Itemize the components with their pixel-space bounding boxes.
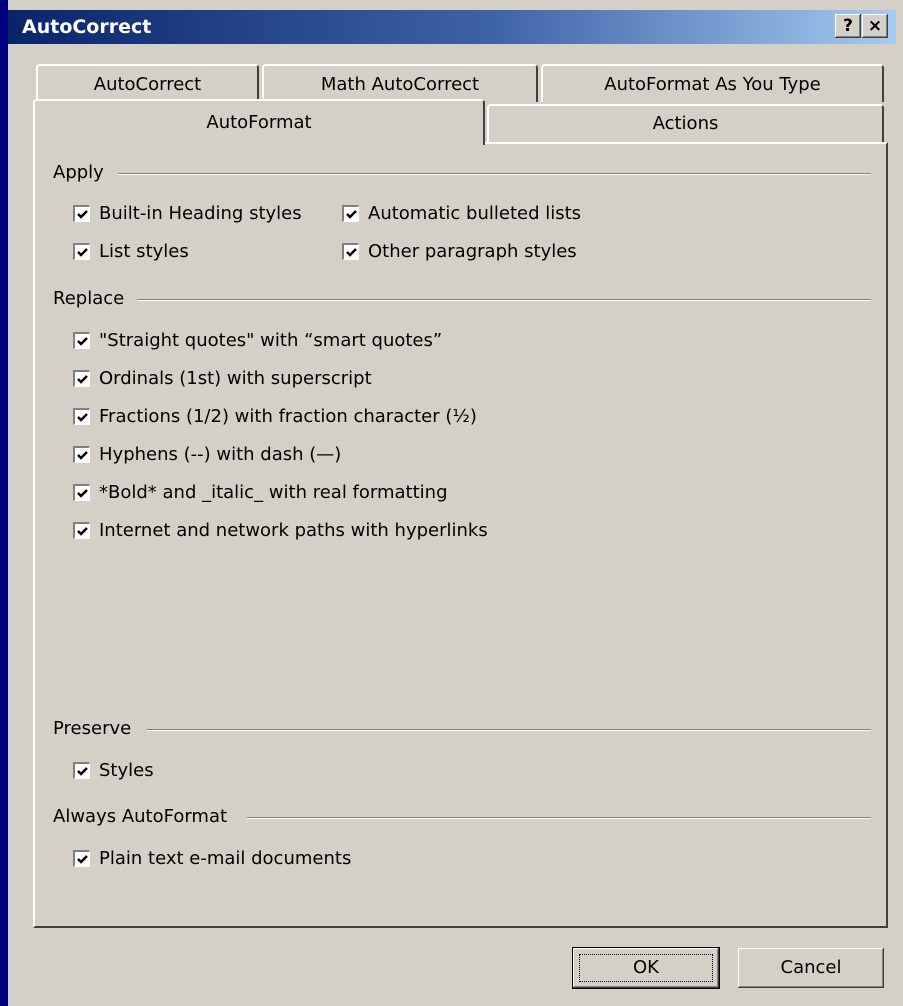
checkbox-builtin-heading-styles[interactable]: Built-in Heading styles [73, 203, 302, 224]
close-button[interactable]: × [862, 14, 888, 38]
apply-group-title: Apply [53, 162, 104, 183]
checkbox-label: Other paragraph styles [368, 241, 577, 262]
checkmark-icon [76, 854, 88, 864]
checkbox-hyphens[interactable]: Hyphens (--) with dash (—) [73, 444, 341, 465]
autoformat-panel: Apply Built-in Heading styles Automatic … [33, 142, 888, 928]
help-icon: ? [843, 16, 853, 36]
checkbox-box[interactable] [73, 446, 90, 463]
checkbox-label: Plain text e-mail documents [99, 848, 352, 869]
checkmark-icon [76, 766, 88, 776]
checkbox-box[interactable] [73, 370, 90, 387]
checkbox-label: "Straight quotes" with “smart quotes” [99, 330, 443, 351]
group-divider [147, 729, 871, 731]
checkbox-label: Fractions (1/2) with fraction character … [99, 406, 477, 427]
ok-button[interactable]: OK [573, 948, 719, 988]
tab-label: AutoCorrect [93, 74, 202, 95]
checkbox-styles[interactable]: Styles [73, 760, 154, 781]
group-divider [118, 173, 871, 175]
tab-label: AutoFormat [206, 112, 312, 133]
checkmark-icon [76, 247, 88, 257]
replace-group-title: Replace [53, 288, 125, 309]
checkbox-box[interactable] [73, 243, 90, 260]
checkbox-box[interactable] [73, 332, 90, 349]
tab-label: AutoFormat As You Type [604, 74, 821, 95]
group-divider [247, 817, 871, 819]
checkbox-automatic-bulleted-lists[interactable]: Automatic bulleted lists [342, 203, 581, 224]
title-bar[interactable]: AutoCorrect ? × [8, 10, 896, 44]
cancel-label: Cancel [780, 957, 842, 978]
window-title: AutoCorrect [22, 16, 152, 38]
checkbox-box[interactable] [342, 205, 359, 222]
checkbox-label: List styles [99, 241, 189, 262]
preserve-group-title: Preserve [53, 718, 132, 739]
checkbox-label: Built-in Heading styles [99, 203, 302, 224]
checkbox-label: Styles [99, 760, 154, 781]
checkbox-fractions[interactable]: Fractions (1/2) with fraction character … [73, 406, 477, 427]
checkmark-icon [76, 450, 88, 460]
group-divider [137, 299, 871, 301]
checkbox-smart-quotes[interactable]: "Straight quotes" with “smart quotes” [73, 330, 442, 351]
checkbox-box[interactable] [73, 205, 90, 222]
checkmark-icon [345, 209, 357, 219]
checkbox-label: Automatic bulleted lists [368, 203, 582, 224]
checkbox-box[interactable] [73, 408, 90, 425]
checkmark-icon [76, 412, 88, 422]
checkbox-label: Ordinals (1st) with superscript [99, 368, 372, 389]
tab-autoformat[interactable]: AutoFormat [33, 99, 485, 145]
checkmark-icon [76, 209, 88, 219]
cancel-button[interactable]: Cancel [738, 948, 884, 988]
tab-label: Math AutoCorrect [320, 74, 480, 95]
checkbox-label: *Bold* and _italic_ with real formatting [99, 482, 448, 503]
tab-autocorrect[interactable]: AutoCorrect [36, 64, 259, 102]
checkbox-list-styles[interactable]: List styles [73, 241, 189, 262]
checkmark-icon [76, 374, 88, 384]
always-autoformat-group-title: Always AutoFormat [53, 806, 228, 827]
checkbox-ordinals[interactable]: Ordinals (1st) with superscript [73, 368, 372, 389]
checkbox-hyperlinks[interactable]: Internet and network paths with hyperlin… [73, 520, 488, 541]
checkbox-label: Internet and network paths with hyperlin… [99, 520, 488, 541]
checkbox-box[interactable] [73, 484, 90, 501]
help-button[interactable]: ? [835, 14, 861, 38]
tab-math-autocorrect[interactable]: Math AutoCorrect [262, 64, 538, 102]
checkmark-icon [76, 526, 88, 536]
checkbox-bold-italic[interactable]: *Bold* and _italic_ with real formatting [73, 482, 448, 503]
checkmark-icon [76, 336, 88, 346]
checkbox-box[interactable] [73, 762, 90, 779]
checkbox-plain-text-email[interactable]: Plain text e-mail documents [73, 848, 351, 869]
checkbox-box[interactable] [73, 522, 90, 539]
checkmark-icon [76, 488, 88, 498]
checkbox-other-paragraph-styles[interactable]: Other paragraph styles [342, 241, 577, 262]
tab-actions[interactable]: Actions [487, 104, 884, 142]
checkbox-label: Hyphens (--) with dash (—) [99, 444, 342, 465]
focus-rectangle [579, 954, 713, 982]
tab-label: Actions [652, 113, 719, 134]
checkmark-icon [345, 247, 357, 257]
close-icon: × [867, 16, 883, 36]
tab-autoformat-as-you-type[interactable]: AutoFormat As You Type [541, 64, 884, 102]
checkbox-box[interactable] [342, 243, 359, 260]
checkbox-box[interactable] [73, 850, 90, 867]
